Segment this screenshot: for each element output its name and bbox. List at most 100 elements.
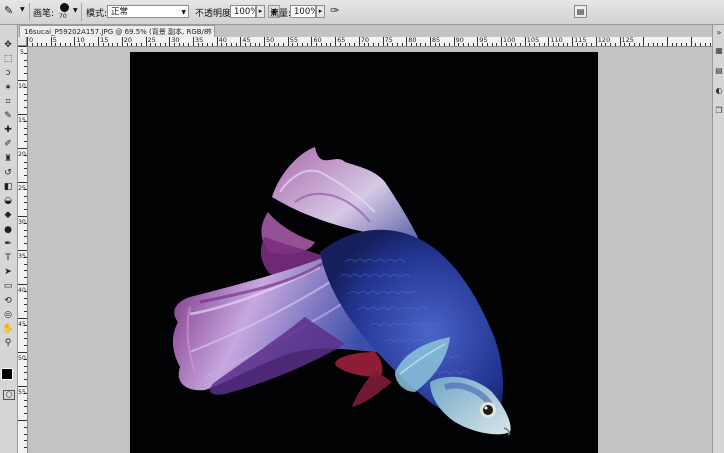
adjustments-panel-icon[interactable]: ◐ bbox=[714, 85, 724, 97]
brush-size-value: 70 bbox=[59, 13, 67, 20]
ruler-tick bbox=[477, 37, 479, 46]
ruler-tick bbox=[382, 37, 384, 46]
ruler-tick bbox=[700, 43, 702, 46]
vertical-ruler[interactable]: 5 10 15 20 25 30 35 40 45 50 55 bbox=[18, 46, 28, 453]
ruler-tick bbox=[396, 43, 398, 46]
collapse-panels-icon[interactable]: » bbox=[714, 27, 724, 39]
ruler-tick bbox=[69, 43, 71, 46]
brush-preset-icon[interactable]: ✎ bbox=[4, 4, 18, 19]
move-tool[interactable]: ✥ bbox=[1, 39, 15, 51]
ruler-tick bbox=[467, 43, 469, 46]
3d-rotate-tool[interactable]: ⟲ bbox=[1, 295, 15, 307]
ruler-tick bbox=[60, 43, 62, 46]
ruler-tick bbox=[121, 37, 123, 46]
opacity-input[interactable]: 100% bbox=[230, 5, 256, 18]
ruler-tick bbox=[24, 168, 27, 170]
hand-tool[interactable]: ✋ bbox=[1, 323, 15, 335]
flow-input[interactable]: 100% bbox=[290, 5, 316, 18]
ruler-tick bbox=[24, 426, 27, 428]
ruler-origin[interactable] bbox=[18, 37, 27, 46]
mode-select[interactable]: 正常 ▼ bbox=[107, 5, 189, 18]
ruler-tick bbox=[24, 263, 27, 265]
ruler-label: 20 bbox=[123, 37, 133, 44]
ruler-tick bbox=[159, 43, 161, 46]
ruler-label: 35 bbox=[18, 253, 26, 260]
path-selection-tool[interactable]: ➤ bbox=[1, 266, 15, 278]
ruler-tick bbox=[230, 43, 232, 46]
healing-brush-tool[interactable]: ✚ bbox=[1, 124, 15, 136]
betta-fish-image bbox=[172, 147, 511, 436]
brush-picker[interactable]: 70 bbox=[58, 2, 72, 22]
magic-wand-tool[interactable]: ✶ bbox=[1, 82, 15, 94]
brush-tool[interactable]: ✐ bbox=[1, 138, 15, 150]
ruler-tick bbox=[619, 37, 621, 46]
ruler-tick bbox=[24, 406, 27, 408]
ruler-label: 25 bbox=[18, 185, 26, 192]
color-panel-icon[interactable]: ▦ bbox=[714, 45, 724, 57]
foreground-color-swatch[interactable] bbox=[1, 368, 13, 380]
separator bbox=[29, 3, 30, 21]
ruler-tick bbox=[548, 37, 550, 46]
ruler-tick bbox=[349, 43, 351, 46]
ruler-tick bbox=[543, 43, 545, 46]
type-tool[interactable]: T bbox=[1, 252, 15, 264]
ruler-tick bbox=[666, 37, 668, 46]
brush-dropdown-arrow-icon[interactable]: ▼ bbox=[73, 7, 78, 14]
blur-tool[interactable]: ◆ bbox=[1, 209, 15, 221]
ruler-tick bbox=[117, 43, 119, 46]
ruler-tick bbox=[491, 43, 493, 46]
ruler-tick bbox=[24, 372, 27, 374]
ruler-label: 85 bbox=[431, 37, 441, 44]
ruler-label: 20 bbox=[18, 151, 26, 158]
ruler-label: 70 bbox=[360, 37, 370, 44]
ruler-tick bbox=[567, 43, 569, 46]
ruler-tick bbox=[614, 43, 616, 46]
dodge-tool[interactable]: ● bbox=[1, 224, 15, 236]
document-tab[interactable]: 16sucai_P59202A157.JPG @ 69.5% (背景 副本, R… bbox=[19, 25, 215, 37]
paint-bucket-tool[interactable]: ◒ bbox=[1, 195, 15, 207]
pen-tool[interactable]: ✒ bbox=[1, 238, 15, 250]
ruler-tick bbox=[681, 43, 683, 46]
ruler-tick bbox=[24, 100, 27, 102]
ruler-tick bbox=[27, 37, 28, 46]
ruler-label: 75 bbox=[384, 37, 393, 44]
ruler-tick bbox=[496, 43, 498, 46]
quick-mask-icon[interactable]: ◯ bbox=[3, 390, 15, 400]
eraser-tool[interactable]: ◧ bbox=[1, 181, 15, 193]
mode-value: 正常 bbox=[111, 7, 129, 17]
ruler-label: 10 bbox=[76, 37, 85, 44]
ruler-label: 110 bbox=[550, 37, 563, 44]
layers-panel-icon[interactable]: ❐ bbox=[714, 105, 724, 117]
airbrush-icon[interactable]: ✑ bbox=[330, 4, 344, 19]
ruler-tick bbox=[183, 43, 185, 46]
horizontal-ruler[interactable]: 0 5 10 15 20 25 30 35 40 45 50 55 60 65 70 75 80 85 90 95 10… bbox=[27, 37, 712, 47]
preset-dropdown-arrow-icon[interactable]: ▼ bbox=[20, 6, 25, 13]
history-brush-tool[interactable]: ↺ bbox=[1, 167, 15, 179]
close-icon[interactable]: × bbox=[206, 25, 215, 37]
ruler-tick bbox=[24, 447, 27, 449]
eyedropper-tool[interactable]: ✎ bbox=[1, 110, 15, 122]
opacity-slider-button[interactable]: ▸ bbox=[256, 5, 265, 18]
clone-stamp-tool[interactable]: ♜ bbox=[1, 153, 15, 165]
ruler-tick bbox=[24, 229, 27, 231]
flow-slider-button[interactable]: ▸ bbox=[316, 5, 325, 18]
image-canvas[interactable] bbox=[130, 52, 598, 453]
brush-panel-toggle-icon[interactable]: ▤ bbox=[574, 5, 587, 18]
ruler-tick bbox=[429, 37, 431, 46]
ruler-tick bbox=[46, 43, 47, 46]
ruler-tick bbox=[24, 433, 27, 435]
ruler-tick bbox=[18, 182, 27, 183]
3d-orbit-tool[interactable]: ◎ bbox=[1, 309, 15, 321]
ruler-tick bbox=[638, 43, 640, 46]
zoom-tool[interactable]: ⚲ bbox=[1, 337, 15, 349]
ruler-tick bbox=[572, 37, 574, 46]
ruler-tick bbox=[188, 43, 190, 46]
shape-tool[interactable]: ▭ bbox=[1, 280, 15, 292]
lasso-tool[interactable]: ↄ bbox=[1, 67, 15, 79]
ruler-label: 45 bbox=[242, 37, 251, 44]
marquee-tool[interactable]: ⬚ bbox=[1, 53, 15, 65]
ruler-tick bbox=[472, 43, 474, 46]
crop-tool[interactable]: ⌗ bbox=[1, 96, 15, 108]
swatches-panel-icon[interactable]: ▤ bbox=[714, 65, 724, 77]
ruler-tick bbox=[145, 37, 147, 46]
